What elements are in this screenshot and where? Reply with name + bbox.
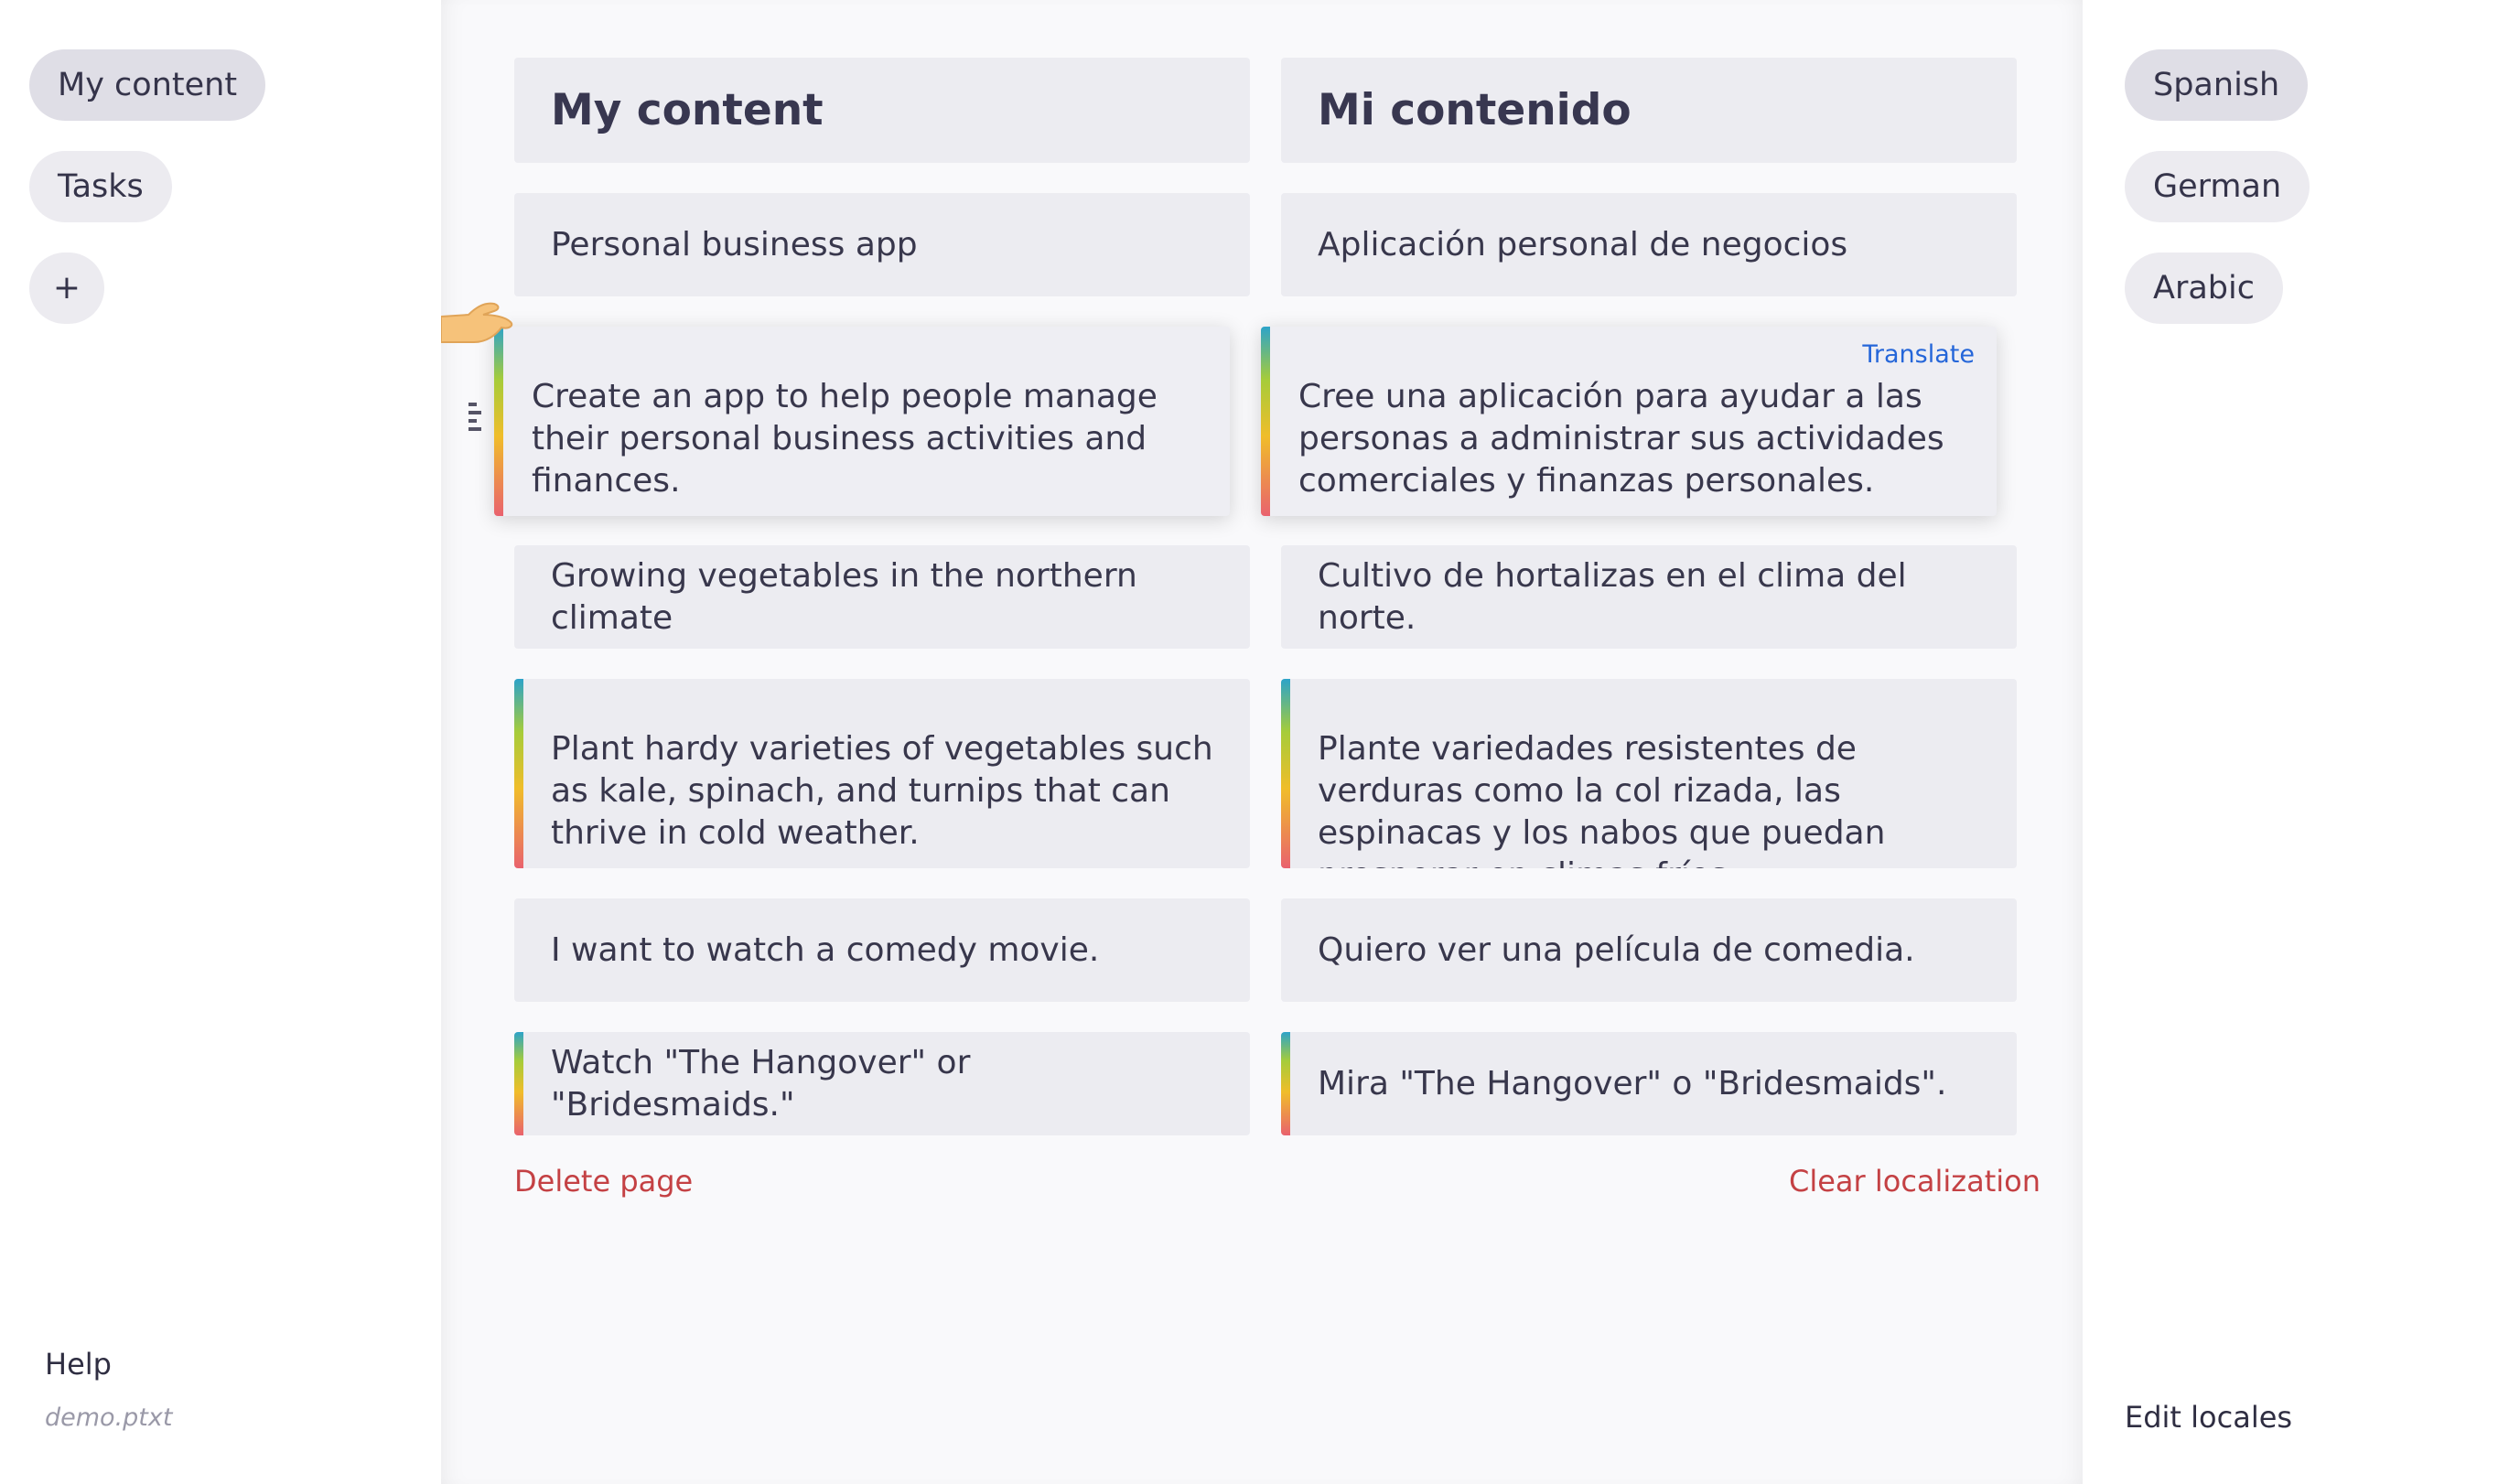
target-block-text: Quiero ver una película de comedia.: [1318, 930, 1915, 969]
nav-item-my-content[interactable]: My content: [29, 49, 266, 121]
target-block[interactable]: Cultivo de hortalizas en el clima del no…: [1281, 545, 2017, 649]
source-block-dragging[interactable]: Create an app to help people manage thei…: [494, 327, 1230, 516]
source-block[interactable]: Personal business app: [514, 193, 1250, 296]
target-block[interactable]: Plante variedades resistentes de verdura…: [1281, 679, 2017, 868]
target-heading-text: Mi contenido: [1318, 84, 1632, 135]
target-block-dragging[interactable]: Cree una aplicación para ayudar a las pe…: [1261, 327, 1997, 516]
source-block-text: Create an app to help people manage thei…: [532, 378, 1158, 500]
target-heading-block[interactable]: Mi contenido: [1281, 58, 2017, 163]
target-block-text: Cultivo de hortalizas en el clima del no…: [1318, 556, 1907, 637]
source-block-text: Plant hardy varieties of vegetables such…: [551, 730, 1213, 852]
target-block[interactable]: Mira "The Hangover" o "Bridesmaids".: [1281, 1032, 2017, 1135]
source-block-text: Growing vegetables in the northern clima…: [551, 556, 1137, 637]
source-block[interactable]: Growing vegetables in the northern clima…: [514, 545, 1250, 649]
source-block-text: I want to watch a comedy movie.: [551, 930, 1100, 969]
editor-pane: My content Mi contenido Personal busines…: [441, 0, 2083, 1484]
target-block[interactable]: Aplicación personal de negocios: [1281, 193, 2017, 296]
target-block-text: Cree una aplicación para ayudar a las pe…: [1298, 378, 1944, 500]
target-block-text: Plante variedades resistentes de verdura…: [1318, 730, 1886, 868]
source-block[interactable]: Plant hardy varieties of vegetables such…: [514, 679, 1250, 868]
file-name: demo.ptxt: [45, 1403, 173, 1432]
target-block-text: Aplicación personal de negocios: [1318, 225, 1848, 263]
left-sidebar: My content Tasks + Help demo.ptxt: [0, 0, 441, 1484]
right-sidebar: Spanish German Arabic Edit locales: [2083, 0, 2520, 1484]
source-block[interactable]: Watch "The Hangover" or "Bridesmaids.": [514, 1032, 1250, 1135]
edit-locales-link[interactable]: Edit locales: [2125, 1400, 2292, 1435]
source-block-text: Watch "The Hangover" or "Bridesmaids.": [551, 1043, 971, 1124]
source-block[interactable]: I want to watch a comedy movie.: [514, 898, 1250, 1002]
source-heading-block[interactable]: My content: [514, 58, 1250, 163]
nav-item-tasks[interactable]: Tasks: [29, 151, 172, 222]
locale-item-german[interactable]: German: [2125, 151, 2310, 222]
app-root: My content Tasks + Help demo.ptxt My con…: [0, 0, 2520, 1484]
source-heading-text: My content: [551, 84, 824, 135]
drag-handle-icon[interactable]: [468, 403, 481, 436]
clear-localization-button[interactable]: Clear localization: [1789, 1164, 2041, 1199]
locale-item-arabic[interactable]: Arabic: [2125, 253, 2283, 324]
delete-page-button[interactable]: Delete page: [514, 1164, 693, 1199]
add-page-button[interactable]: +: [29, 253, 104, 324]
hand-pointer-icon: [441, 302, 513, 343]
source-block-text: Personal business app: [551, 225, 918, 263]
target-block[interactable]: Quiero ver una película de comedia.: [1281, 898, 2017, 1002]
translate-button[interactable]: Translate: [1862, 339, 1975, 371]
help-link[interactable]: Help: [45, 1347, 112, 1382]
target-block-text: Mira "The Hangover" o "Bridesmaids".: [1318, 1064, 1947, 1102]
locale-item-spanish[interactable]: Spanish: [2125, 49, 2309, 121]
